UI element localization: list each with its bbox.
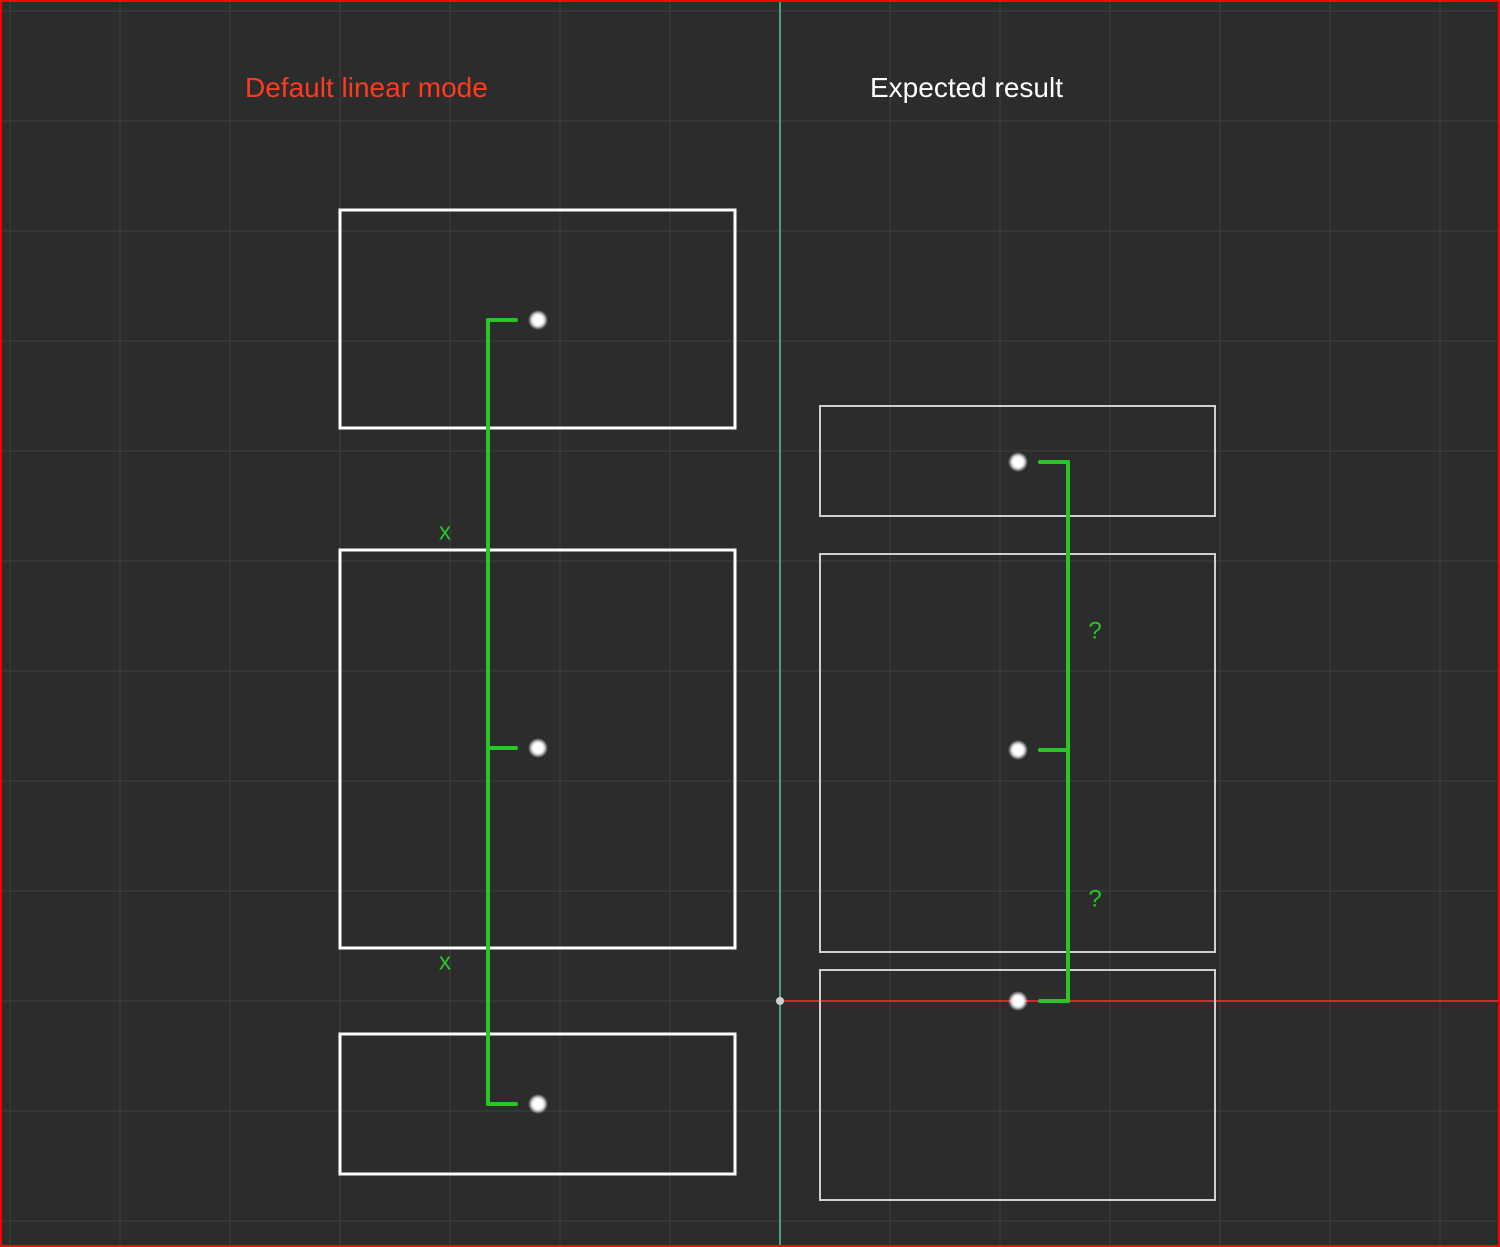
anchor-dot — [533, 1099, 543, 1109]
bg — [0, 0, 1500, 1247]
title-left: Default linear mode — [245, 72, 488, 104]
anchor-dot — [533, 315, 543, 325]
anchor-dot — [1013, 745, 1023, 755]
origin-dot — [776, 997, 784, 1005]
anchor-dot — [1013, 457, 1023, 467]
title-right: Expected result — [870, 72, 1063, 104]
distance-label: x — [439, 518, 451, 545]
diagram-svg: x x?? — [0, 0, 1500, 1247]
anchor-dot — [533, 743, 543, 753]
anchor-dot — [1013, 996, 1023, 1006]
distance-label: ? — [1088, 617, 1101, 644]
distance-label: x — [439, 948, 451, 975]
diagram-canvas: x x?? Default linear mode Expected result — [0, 0, 1500, 1247]
distance-label: ? — [1088, 885, 1101, 912]
